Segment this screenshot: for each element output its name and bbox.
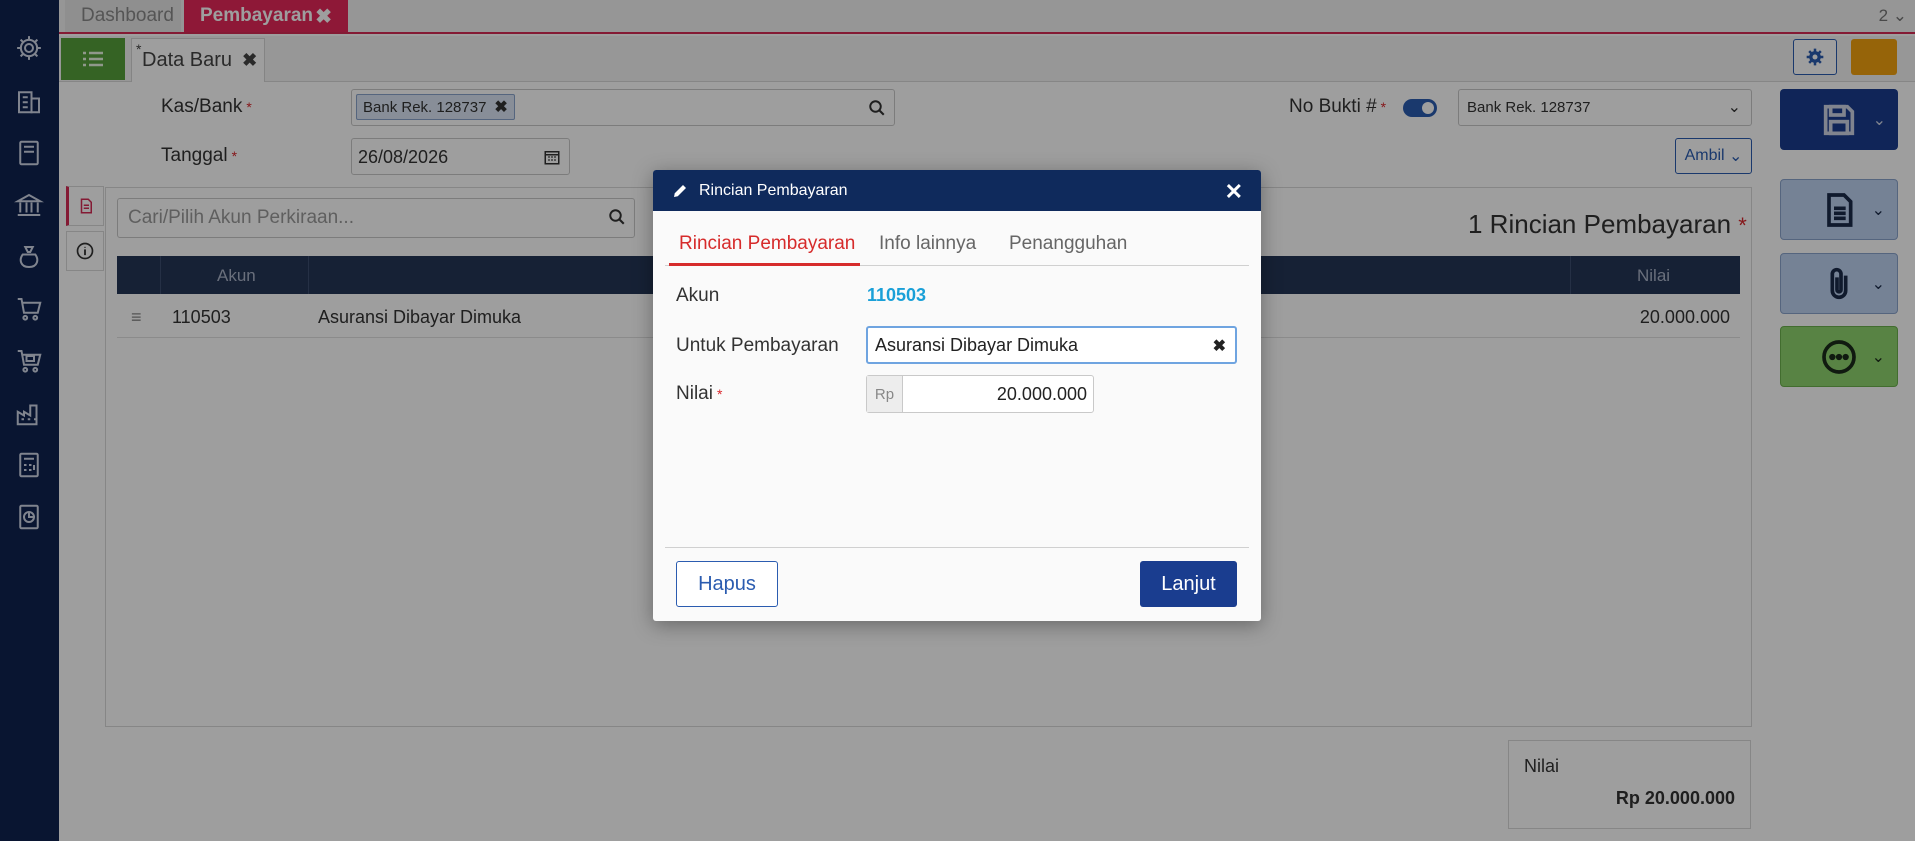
tab-info-lainnya[interactable]: Info lainnya: [879, 233, 976, 255]
divider: [665, 547, 1249, 548]
untuk-pembayaran-label: Untuk Pembayaran: [676, 335, 839, 356]
tab-rincian-pembayaran[interactable]: Rincian Pembayaran: [679, 233, 855, 255]
nilai-value: 20.000.000: [996, 384, 1087, 404]
active-tab-indicator: [669, 263, 860, 266]
rincian-pembayaran-modal: Rincian Pembayaran ✕ Rincian Pembayaran …: [653, 170, 1261, 621]
nilai-label: Nilai *: [676, 383, 722, 405]
akun-label: Akun: [676, 285, 720, 306]
close-icon[interactable]: ✕: [1225, 179, 1243, 205]
modal-title: Rincian Pembayaran: [699, 181, 848, 199]
akun-value-link[interactable]: 110503: [867, 285, 926, 306]
currency-prefix: Rp: [867, 376, 903, 412]
modal-header: Rincian Pembayaran ✕: [653, 170, 1261, 211]
required-marker: *: [716, 386, 723, 402]
nilai-input[interactable]: Rp 20.000.000: [866, 375, 1094, 413]
hapus-button-label: Hapus: [698, 572, 756, 595]
modal-tabs: Rincian Pembayaran Info lainnya Penanggu…: [665, 221, 1249, 266]
lanjut-button-label: Lanjut: [1161, 572, 1216, 595]
untuk-pembayaran-value: Asuransi Dibayar Dimuka: [875, 335, 1079, 355]
lanjut-button[interactable]: Lanjut: [1140, 561, 1237, 607]
clear-icon[interactable]: ✖: [1213, 336, 1226, 356]
pencil-icon: [674, 184, 686, 197]
tab-penangguhan[interactable]: Penangguhan: [1009, 233, 1127, 255]
hapus-button[interactable]: Hapus: [676, 561, 778, 607]
nilai-label-text: Nilai: [676, 383, 713, 404]
untuk-pembayaran-input[interactable]: Asuransi Dibayar Dimuka ✖: [866, 326, 1237, 364]
